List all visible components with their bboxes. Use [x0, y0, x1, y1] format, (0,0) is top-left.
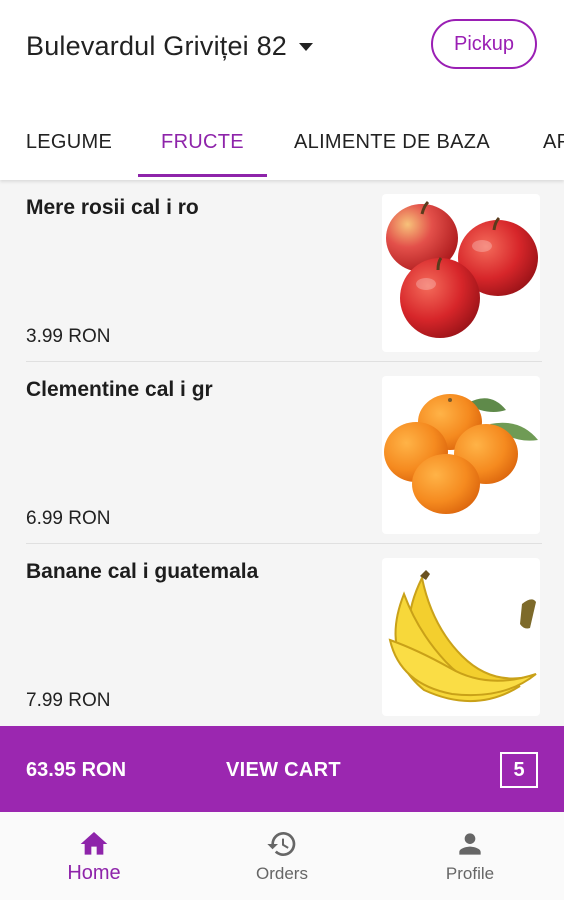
nav-profile-label: Profile [445, 864, 495, 883]
product-name: Mere rosii cal i ro [26, 196, 199, 219]
nav-home[interactable]: Home [0, 812, 188, 900]
nav-orders[interactable]: Orders [188, 812, 376, 900]
tab-legume[interactable]: LEGUME [10, 108, 128, 176]
product-item[interactable]: Banane cal i guatemala 7.99 RON [0, 544, 564, 726]
product-price: 7.99 RON [26, 690, 111, 711]
tab-ap[interactable]: AP [530, 108, 564, 176]
tab-alimente-de-baza[interactable]: ALIMENTE DE BAZA [282, 108, 502, 176]
nav-profile[interactable]: Profile [376, 812, 564, 900]
cart-count-badge: 5 [500, 752, 538, 788]
cart-total: 63.95 RON [26, 759, 127, 781]
view-cart-label: VIEW CART [226, 759, 341, 781]
product-image-clementines [382, 376, 540, 534]
view-cart-bar[interactable]: 63.95 RON VIEW CART 5 [0, 726, 564, 812]
bottom-navigation: Home Orders Profile [0, 812, 564, 900]
pickup-button[interactable]: Pickup [431, 19, 537, 69]
home-icon [80, 832, 108, 855]
nav-orders-label: Orders [256, 864, 308, 883]
product-price: 3.99 RON [26, 326, 111, 347]
caret-down-icon [299, 43, 314, 51]
bananas-icon [388, 570, 537, 703]
product-name: Banane cal i guatemala [26, 560, 259, 583]
product-item[interactable]: Mere rosii cal i ro 3.99 RON [0, 180, 564, 362]
product-name: Clementine cal i gr [26, 378, 213, 401]
product-image-bananas [382, 558, 540, 716]
address-selector[interactable]: Bulevardul Griviței 82 [26, 28, 314, 64]
history-icon [267, 832, 296, 856]
red-apples-icon [386, 200, 538, 338]
product-item[interactable]: Clementine cal i gr 6.99 RON [0, 362, 564, 544]
app-header: Bulevardul Griviței 82 Pickup LEGUME FRU… [0, 0, 564, 180]
clementines-icon [384, 394, 538, 514]
category-tabs: LEGUME FRUCTE ALIMENTE DE BAZA AP [0, 108, 564, 180]
address-text: Bulevardul Griviței 82 [26, 30, 288, 61]
active-tab-indicator [138, 174, 267, 177]
person-icon [459, 833, 481, 855]
product-image-red-apples [382, 194, 540, 352]
tab-fructe[interactable]: FRUCTE [138, 108, 267, 176]
nav-home-label: Home [67, 862, 121, 884]
product-price: 6.99 RON [26, 508, 111, 529]
